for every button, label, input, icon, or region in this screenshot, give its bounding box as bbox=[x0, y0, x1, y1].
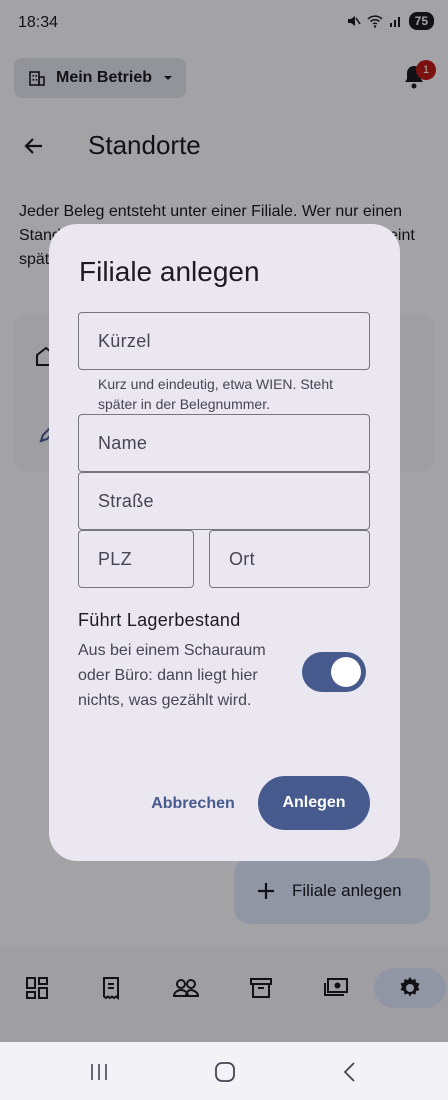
postal-code-field[interactable]: PLZ bbox=[78, 530, 194, 588]
create-location-dialog: Filiale anlegen Kürzel Kurz und eindeuti… bbox=[49, 224, 400, 861]
stock-toggle-title: Führt Lagerbestand bbox=[78, 610, 241, 630]
system-back-icon[interactable] bbox=[341, 1061, 357, 1083]
system-navigation-bar bbox=[0, 1042, 448, 1100]
kuerzel-field[interactable]: Kürzel bbox=[78, 312, 370, 370]
create-button[interactable]: Anlegen bbox=[258, 776, 370, 830]
city-field[interactable]: Ort bbox=[209, 530, 370, 588]
name-field[interactable]: Name bbox=[78, 414, 370, 472]
kuerzel-helper-text: Kurz und eindeutig, etwa WIEN. Steht spä… bbox=[98, 376, 334, 412]
city-label: Ort bbox=[229, 548, 255, 569]
cancel-button[interactable]: Abbrechen bbox=[137, 778, 249, 830]
street-label: Straße bbox=[98, 490, 154, 511]
street-field[interactable]: Straße bbox=[78, 472, 370, 530]
stock-toggle-description: Aus bei einem Schauraum oder Büro: dann … bbox=[78, 642, 266, 709]
recent-apps-icon[interactable] bbox=[89, 1062, 109, 1082]
switch-knob bbox=[331, 657, 361, 687]
dialog-title: Filiale anlegen bbox=[79, 256, 260, 287]
kuerzel-label: Kürzel bbox=[98, 330, 151, 351]
stock-toggle-switch[interactable] bbox=[302, 652, 366, 692]
name-label: Name bbox=[98, 432, 148, 453]
postal-code-label: PLZ bbox=[98, 548, 132, 569]
home-button-icon[interactable] bbox=[214, 1061, 236, 1083]
